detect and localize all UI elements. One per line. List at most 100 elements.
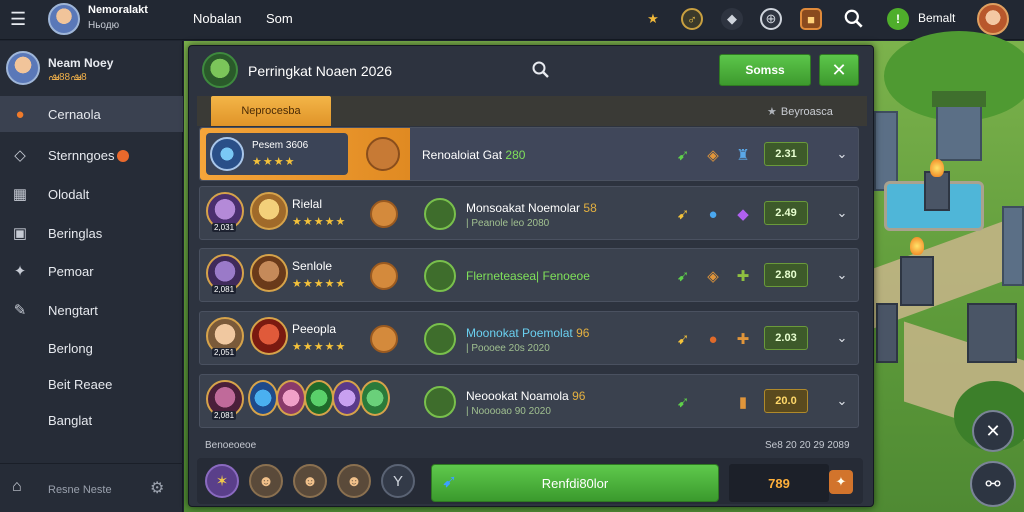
coin-icon[interactable]: ♂ <box>681 8 703 30</box>
star-icon: ★ <box>767 106 777 118</box>
share-icon[interactable]: ⚯ <box>970 461 1016 507</box>
sidebar-item-5[interactable]: ✎ Nengtart <box>0 292 183 328</box>
settings-icon[interactable]: ⚙ <box>150 478 164 498</box>
tools-icon[interactable]: ✕ <box>972 410 1014 452</box>
row-title: Renoaloiat Gat 280 <box>422 148 526 162</box>
primary-action-button[interactable]: ➹ Renfdi80lor <box>431 464 719 502</box>
search-icon[interactable] <box>843 8 865 30</box>
bolt-icon: ➹ <box>676 206 690 223</box>
menu-icon[interactable]: ☰ <box>10 10 30 28</box>
hero-portrait[interactable]: 2,031 <box>206 192 244 232</box>
sidebar-item-0[interactable]: ● Cernaola <box>0 96 183 132</box>
hero-slot-icon[interactable]: ☻ <box>293 464 327 498</box>
hero-portrait[interactable]: 2,051 <box>206 317 244 357</box>
sidebar-item-1[interactable]: ◇ Sternngoes <box>0 137 183 173</box>
fire-icon: ● <box>15 105 25 123</box>
row-name: Rielal <box>292 197 323 211</box>
star-icon[interactable]: ✶ <box>205 464 239 498</box>
close-button[interactable]: ✕ <box>819 54 859 86</box>
cta-value: 789 <box>729 464 829 502</box>
sidebar-item-8[interactable]: Banglat <box>0 402 183 438</box>
sidebar-item-label: Sternngoes <box>48 148 129 163</box>
star-rating: ★★★★★ <box>292 216 347 228</box>
chevron-down-icon[interactable]: ⌄ <box>832 265 852 285</box>
hero-portrait[interactable] <box>250 317 288 355</box>
profile-name: Neam Noey <box>48 56 114 70</box>
hero-portrait[interactable] <box>304 380 334 416</box>
shield-icon: ◇ <box>14 147 26 164</box>
chevron-down-icon[interactable]: ⌄ <box>832 391 852 411</box>
score-badge: 2.31 <box>764 142 808 166</box>
sidebar-item-label: Beringlas <box>48 225 103 241</box>
hero-portrait[interactable] <box>250 254 288 292</box>
row-name: Pesem 3606 <box>252 140 309 151</box>
action-button[interactable]: Somss <box>719 54 811 86</box>
home-icon[interactable]: ⌂ <box>12 478 22 496</box>
sidebar-item-4[interactable]: ✦ Pemoar <box>0 253 183 289</box>
guild-emblem-icon <box>424 323 456 355</box>
hero-level: 2,081 <box>212 411 237 420</box>
sidebar-item-7[interactable]: Beit Reaee <box>0 366 183 402</box>
notification-dot <box>116 150 129 163</box>
hero-portrait[interactable] <box>248 380 278 416</box>
row-title: Neoookat Noamola 96 <box>466 389 586 403</box>
bolt-icon: ➹ <box>442 471 458 491</box>
shield-icon[interactable]: ◆ <box>721 8 743 30</box>
user-avatar[interactable] <box>977 3 1009 35</box>
leaderboard-panel: Perringkat Noaen 2026 Somss ✕ Neprocesba… <box>188 45 874 507</box>
chevron-down-icon[interactable]: ⌄ <box>832 144 852 164</box>
sidebar-item-2[interactable]: ▦ Olodalt <box>0 176 183 212</box>
guild-avatar[interactable] <box>202 52 238 88</box>
hero-portrait[interactable] <box>332 380 362 416</box>
guild-emblem-icon <box>424 198 456 230</box>
leaderboard-row[interactable]: 2,081 Neoookat Noamola 96 | Nooooao 90 2… <box>199 374 859 428</box>
sidebar-item-6[interactable]: Berlong <box>0 330 183 366</box>
sidebar-item-label: Berlong <box>48 340 93 356</box>
currency-icon[interactable]: ✦ <box>829 470 853 494</box>
crest-icon <box>210 137 244 171</box>
emblem-icon <box>370 262 398 290</box>
guild-emblem-icon <box>424 386 456 418</box>
footer-left-label: Benoeoeoe <box>205 440 257 451</box>
leaderboard-row[interactable]: 2,051 Peeopla ★★★★★ Moonokat Poemolat 96… <box>199 311 859 365</box>
emblem-icon <box>370 200 398 228</box>
leaderboard-row[interactable]: 2,081 Senlole ★★★★★ Flerneteasea| Fenoeo… <box>199 248 859 302</box>
bolt-icon: ➹ <box>676 394 690 411</box>
selected-highlight: Pesem 3606 ★★★★ <box>200 128 410 180</box>
sidebar-item-label: Beit Reaee <box>48 376 113 392</box>
tab-active[interactable]: Neprocesba <box>211 96 331 126</box>
hero-portrait[interactable]: 2,081 <box>206 380 244 420</box>
hero-portrait[interactable] <box>276 380 306 416</box>
score-badge: 20.0 <box>764 389 808 413</box>
leaderboard-row[interactable]: Pesem 3606 ★★★★ Renoaloiat Gat 280 ➹ ◈ ♜… <box>199 127 859 181</box>
row-title: Monsoakat Noemolar 58 <box>466 201 597 215</box>
profile-avatar[interactable] <box>6 51 40 85</box>
hero-level: 2,081 <box>212 285 237 294</box>
row-title: Flerneteasea| Fenoeoe <box>466 269 590 283</box>
nav-link-2[interactable]: Som <box>266 11 293 26</box>
potion-icon: ● <box>708 330 718 348</box>
level-badge[interactable]: ! <box>887 8 909 30</box>
hero-portrait[interactable] <box>360 380 390 416</box>
trophy-icon[interactable]: ★ <box>642 8 664 30</box>
search-icon[interactable] <box>531 60 551 80</box>
player-avatar[interactable] <box>48 3 80 35</box>
puzzle-icon: ✦ <box>13 263 27 280</box>
hero-slot-icon[interactable]: ☻ <box>249 464 283 498</box>
filter-icon[interactable]: Y <box>381 464 415 498</box>
leaderboard-row[interactable]: 2,031 Rielal ★★★★★ Monsoakat Noemolar 58… <box>199 186 859 240</box>
hero-portrait[interactable]: 2,081 <box>206 254 244 294</box>
grid-icon: ▦ <box>12 186 28 203</box>
hero-portrait[interactable] <box>250 192 288 230</box>
globe-icon[interactable]: ⊕ <box>760 8 782 30</box>
chevron-down-icon[interactable]: ⌄ <box>832 328 852 348</box>
cross-icon: ✚ <box>736 331 750 348</box>
chevron-down-icon[interactable]: ⌄ <box>832 203 852 223</box>
sidebar-item-3[interactable]: ▣ Beringlas <box>0 215 183 251</box>
nav-link-1[interactable]: Nobalan <box>193 11 241 26</box>
sort-label[interactable]: ★ Beyroasca <box>767 105 833 118</box>
chest-icon[interactable]: ■ <box>800 8 822 30</box>
hero-slot-icon[interactable]: ☻ <box>337 464 371 498</box>
hero-level: 2,031 <box>212 223 237 232</box>
bolt-icon: ➹ <box>676 147 690 164</box>
